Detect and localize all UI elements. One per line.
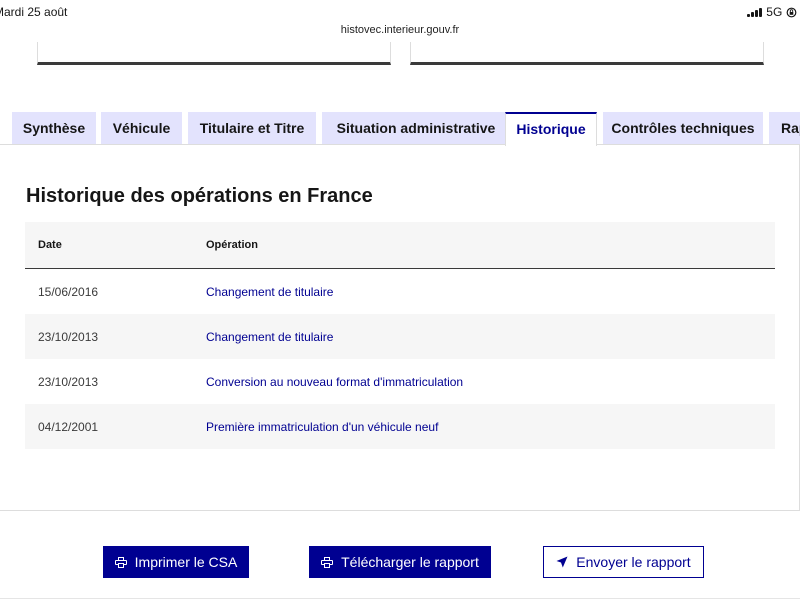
tab-synthese[interactable]: Synthèse [12, 112, 96, 144]
page-divider [0, 598, 800, 599]
row-date: 15/06/2016 [38, 285, 99, 299]
column-header-operation: Opération [206, 239, 258, 251]
row-operation-link[interactable]: Changement de titulaire [206, 285, 333, 299]
status-bar: Mardi 25 août 5G 9 [0, 0, 800, 26]
row-operation-link[interactable]: Conversion au nouveau format d'immatricu… [206, 375, 463, 389]
send-report-button[interactable]: Envoyer le rapport [543, 546, 704, 578]
print-csa-label: Imprimer le CSA [134, 554, 238, 570]
row-operation-link[interactable]: Première immatriculation d'un véhicule n… [206, 420, 438, 434]
summary-card-right [410, 42, 764, 65]
send-icon [556, 556, 568, 568]
signal-icon [747, 7, 763, 17]
download-report-label: Télécharger le rapport [341, 554, 479, 570]
tab-controles-techniques[interactable]: Contrôles techniques [603, 112, 763, 144]
orientation-lock-icon [786, 7, 797, 17]
network-label: 5G [766, 5, 783, 19]
row-date: 04/12/2001 [38, 420, 99, 434]
tab-titulaire-titre[interactable]: Titulaire et Titre [188, 112, 316, 144]
tab-vehicule[interactable]: Véhicule [101, 112, 182, 144]
send-report-label: Envoyer le rapport [576, 554, 691, 570]
printer-icon [114, 556, 127, 568]
print-csa-button[interactable]: Imprimer le CSA [103, 546, 249, 578]
url-bar[interactable]: histovec.interieur.gouv.fr [0, 24, 800, 36]
row-date: 23/10/2013 [38, 330, 99, 344]
table-header: Date Opération [25, 222, 775, 269]
row-date: 23/10/2013 [38, 375, 99, 389]
table-row: 15/06/2016 Changement de titulaire [25, 269, 775, 314]
action-buttons: Imprimer le CSA Télécharger le rapport E… [0, 546, 800, 578]
printer-icon [321, 556, 334, 568]
table-row: 23/10/2013 Changement de titulaire [25, 314, 775, 359]
row-operation-link[interactable]: Changement de titulaire [206, 330, 333, 344]
table-row: 23/10/2013 Conversion au nouveau format … [25, 359, 775, 404]
section-title: Historique des opérations en France [26, 185, 373, 207]
summary-card-left [37, 42, 391, 65]
history-table: Date Opération 15/06/2016 Changement de … [25, 222, 775, 449]
table-row: 04/12/2001 Première immatriculation d'un… [25, 404, 775, 449]
column-header-date: Date [38, 239, 62, 251]
tab-historique[interactable]: Historique [505, 112, 597, 146]
download-report-button[interactable]: Télécharger le rapport [309, 546, 491, 578]
status-indicators: 5G 9 [747, 5, 800, 19]
status-time: Mardi 25 août [0, 5, 68, 19]
tab-rapport[interactable]: Rap [769, 112, 800, 144]
tab-situation-administrative[interactable]: Situation administrative [322, 112, 510, 144]
